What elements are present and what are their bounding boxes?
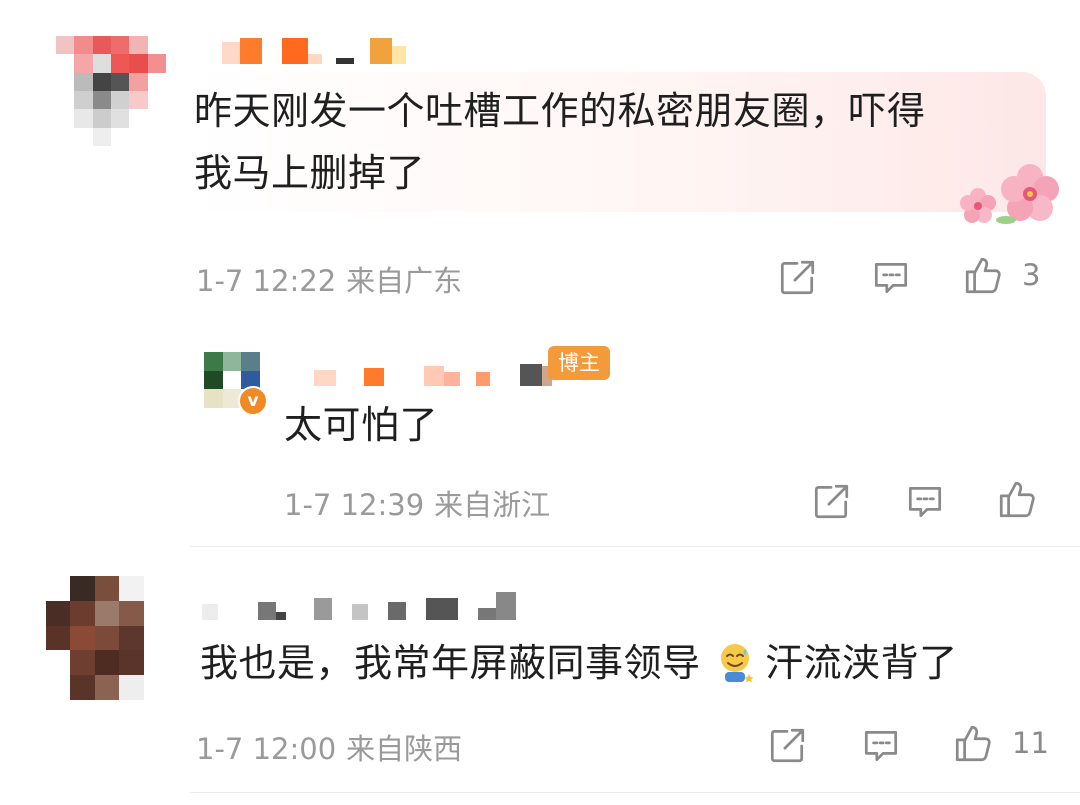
comment-icon[interactable] (870, 256, 912, 298)
comment-text-line: 我马上删掉了 (194, 151, 426, 195)
comment-icon[interactable] (904, 480, 946, 522)
comment-text-line: 昨天刚发一个吐槽工作的私密朋友圈，吓得 (194, 89, 926, 133)
comment-location: 来自浙江 (434, 488, 551, 522)
username-blurred[interactable] (202, 592, 516, 620)
comment-text-part: 汗流浃背了 (765, 641, 958, 685)
verified-v-badge: v (238, 386, 268, 416)
comment-location: 来自陕西 (346, 732, 463, 766)
comment-text: 太可怕了 (284, 403, 439, 447)
thumbs-up-icon[interactable] (996, 478, 1038, 520)
comment-icon[interactable] (860, 724, 902, 766)
comment-meta: 1-7 12:22 来自广东 (196, 258, 472, 300)
username-blurred[interactable] (222, 36, 406, 64)
comment-text: 我也是，我常年屏蔽同事领导 汗流浃背了 (200, 632, 958, 694)
comment-location: 来自广东 (346, 264, 463, 298)
like-count: 11 (1012, 726, 1049, 760)
comment-text-part: 我也是，我常年屏蔽同事领导 (200, 641, 714, 685)
blogger-badge: 博主 (548, 346, 610, 380)
username-blurred[interactable] (314, 350, 552, 386)
share-icon[interactable] (766, 724, 808, 766)
divider (190, 792, 1080, 793)
thumbs-up-icon[interactable] (962, 254, 1004, 296)
like-count: 3 (1022, 258, 1041, 292)
thumbs-up-icon[interactable] (952, 722, 994, 764)
comment-date: 1-7 12:22 (196, 264, 337, 298)
share-icon[interactable] (810, 480, 852, 522)
avatar[interactable] (46, 576, 168, 700)
avatar[interactable] (56, 36, 166, 146)
comment-meta: 1-7 12:00 来自陕西 (196, 726, 472, 768)
share-icon[interactable] (776, 256, 818, 298)
comment-date: 1-7 12:39 (284, 488, 425, 522)
divider (190, 546, 1080, 547)
comment-text: 昨天刚发一个吐槽工作的私密朋友圈，吓得 我马上删掉了 (194, 80, 926, 204)
blossom-decoration-icon (948, 160, 1068, 230)
comment-date: 1-7 12:00 (196, 732, 337, 766)
comment-meta: 1-7 12:39 来自浙江 (284, 482, 560, 524)
sweat-smile-emoji-icon (713, 640, 757, 684)
